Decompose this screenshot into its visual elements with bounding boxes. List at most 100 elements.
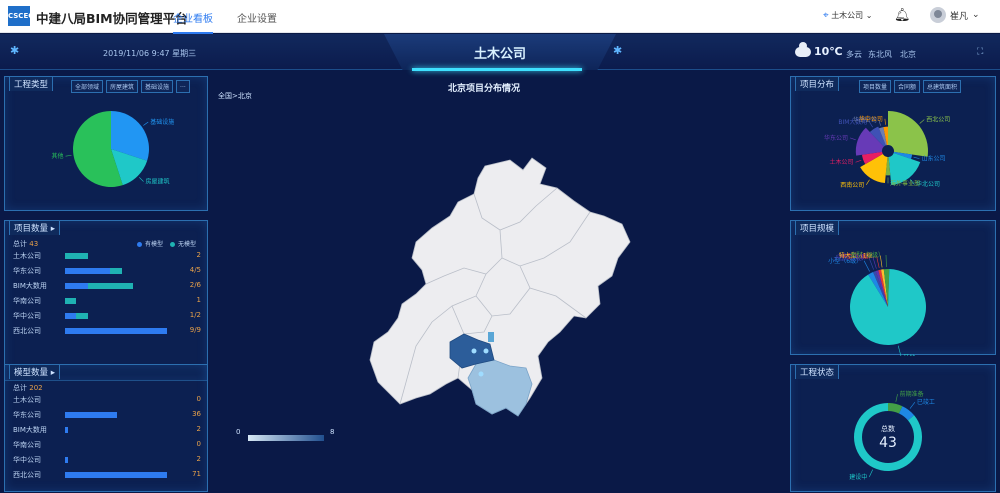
header-title-plate: 土木公司 [384,34,616,70]
gear-icon[interactable]: ✱ [613,44,622,57]
bar-model-count[interactable] [65,427,68,433]
row-label: 华南公司 [13,441,41,449]
fullscreen-icon[interactable]: ⛶ [977,47,983,57]
pie-label: 前期准备 [900,390,924,398]
project-count-legend: 有模型 无模型 [137,239,196,248]
nav-enterprise-board[interactable]: 企业看板 [173,10,213,34]
project-distribution-rose: 西北公司山东公司华北公司海外事业部西南公司土木公司华东公司BIM大数用华南公司华… [824,111,950,189]
project-total: 总计 43 [13,240,39,248]
row-label: 土木公司 [13,252,41,260]
nav-enterprise-settings[interactable]: 企业设置 [237,10,277,25]
pie-label-line [869,469,873,477]
pie-label: 土木公司 [830,158,854,166]
map-project-marker[interactable] [471,348,477,354]
row-label: 华中公司 [13,312,41,320]
bar-with-model[interactable] [65,268,111,274]
row-value: 9/9 [189,326,201,334]
dashboard-stage: ✱ 2019/11/06 9:47 星期三 土木公司 ✱ 10℃ 多云 东北风 … [0,34,1000,493]
pie-label-line [913,156,920,159]
row-label: 土木公司 [13,396,41,404]
pie-slice[interactable] [888,111,928,157]
bar-with-model[interactable] [65,328,167,334]
map-legend: 0 8 [236,428,336,442]
pie-label-line [65,154,72,157]
bar-without-model[interactable] [87,283,133,289]
engineering-type-pie: 基础设施房屋建筑 其他 [52,111,174,187]
bar-model-count[interactable] [65,472,167,478]
row-label: BIM大数用 [13,426,47,434]
bar-model-count[interactable] [65,457,68,463]
top-app-bar: CSCEC 中建八局BIM协同管理平台 企业看板 企业设置 ⌖ 土木公司 ⌄ 🔔… [0,0,1000,34]
map-breadcrumb[interactable]: 全国>北京 [218,91,252,101]
row-label: 西北公司 [13,327,41,335]
row-label: 华东公司 [13,267,41,275]
pie-label-line [895,393,898,402]
map-project-marker[interactable] [483,348,489,354]
pie-label: 西南公司 [840,181,864,189]
pie-label: 海外事业部 [890,179,920,187]
panel-title: 项目数量 ▸ [9,220,60,235]
bar-with-model[interactable] [65,313,77,319]
project-status-panel: 工程状态 前期准备 已竣工 建设中 总数 43 [790,364,996,492]
row-value: 71 [192,470,201,478]
bar-without-model[interactable] [76,313,88,319]
pie-label-line [855,159,862,163]
map-district-highlight[interactable] [467,359,533,417]
company-selector[interactable]: ⌖ 土木公司 ⌄ [823,10,872,21]
pie-label: 建设中 [849,473,867,481]
pie-label: 华东公司 [824,134,848,142]
pie-label-line [139,177,144,182]
chevron-down-icon: ⌄ [865,11,873,20]
location-pin-icon: ⌖ [823,10,829,21]
row-value: 2 [196,455,201,463]
pie-label-line [909,401,916,409]
bar-model-count[interactable] [65,412,117,418]
cloud-icon [795,42,811,57]
company-logo: CSCEC [8,6,33,26]
pie-label: 山东公司 [921,155,945,163]
pie-label: 已竣工 [917,398,935,406]
project-distribution-panel: 项目分布 项目数量 合同额 总建筑面积 西北公司 山东公司 华北公司 海外事业部 西南公… [790,76,996,211]
pie-label: 其他 [903,353,915,356]
bar-with-model[interactable] [65,283,88,289]
bar-without-model[interactable] [65,253,88,259]
donut-center-label: 总数 [881,424,895,433]
row-label: 西北公司 [13,471,41,479]
pie-label-line [143,121,149,126]
pie-label-line [919,119,925,124]
weather-city: 北京 [900,50,916,59]
row-value: 0 [196,440,201,448]
pie-label: 其他 [52,152,64,160]
map-project-marker[interactable] [478,371,484,377]
bell-icon[interactable]: 🔔︎ [894,8,911,23]
weather-condition: 多云 [846,50,862,59]
pie-label-line [849,137,856,141]
legend-dot [169,242,175,247]
row-label: 华南公司 [13,297,41,305]
row-value: 2 [196,425,201,433]
engineering-type-panel: 工程类型 全部领域 房屋建筑 基础设施 ... 基础设施 房屋建筑 其他 [4,76,208,211]
wind-direction: 东北风 [868,50,892,59]
bar-without-model[interactable] [65,298,77,304]
user-menu[interactable]: 崔凡 ⌄ [930,7,980,23]
map-district-small[interactable] [488,332,494,342]
legend-gradient [248,435,324,441]
row-value: 4/5 [189,266,201,274]
avatar [930,7,946,23]
pie-label: 房屋建筑 [146,178,170,186]
beijing-map[interactable] [360,146,640,446]
row-value: 2/6 [189,281,201,289]
model-total: 总计 202 [13,384,43,392]
bar-without-model[interactable] [110,268,122,274]
current-datetime: 2019/11/06 9:47 星期三 [103,49,197,58]
project-scale-pie: 小型（6级）大型（2级）中型（5级）中型（4级）特大型（1级...大型（3级）其… [828,251,926,356]
row-label: BIM大数用 [13,282,47,290]
map-title: 北京项目分布情况 [448,84,521,94]
gear-icon[interactable]: ✱ [10,44,19,57]
row-value: 0 [196,395,201,403]
row-value: 1/2 [189,311,201,319]
temperature: 10℃ [814,45,843,58]
project-count-panel: 项目数量 ▸ 总计 43 有模型 无模型 土木公司 2 华东公司 4/5 BIM大数用 2… [4,220,208,381]
model-count-panel: 模型数量 ▸ 总计 202 土木公司 0 华东公司 36 BIM大数用 2 华南公司 0 华中公… [4,364,208,492]
pie-label: 西北公司 [926,116,950,124]
